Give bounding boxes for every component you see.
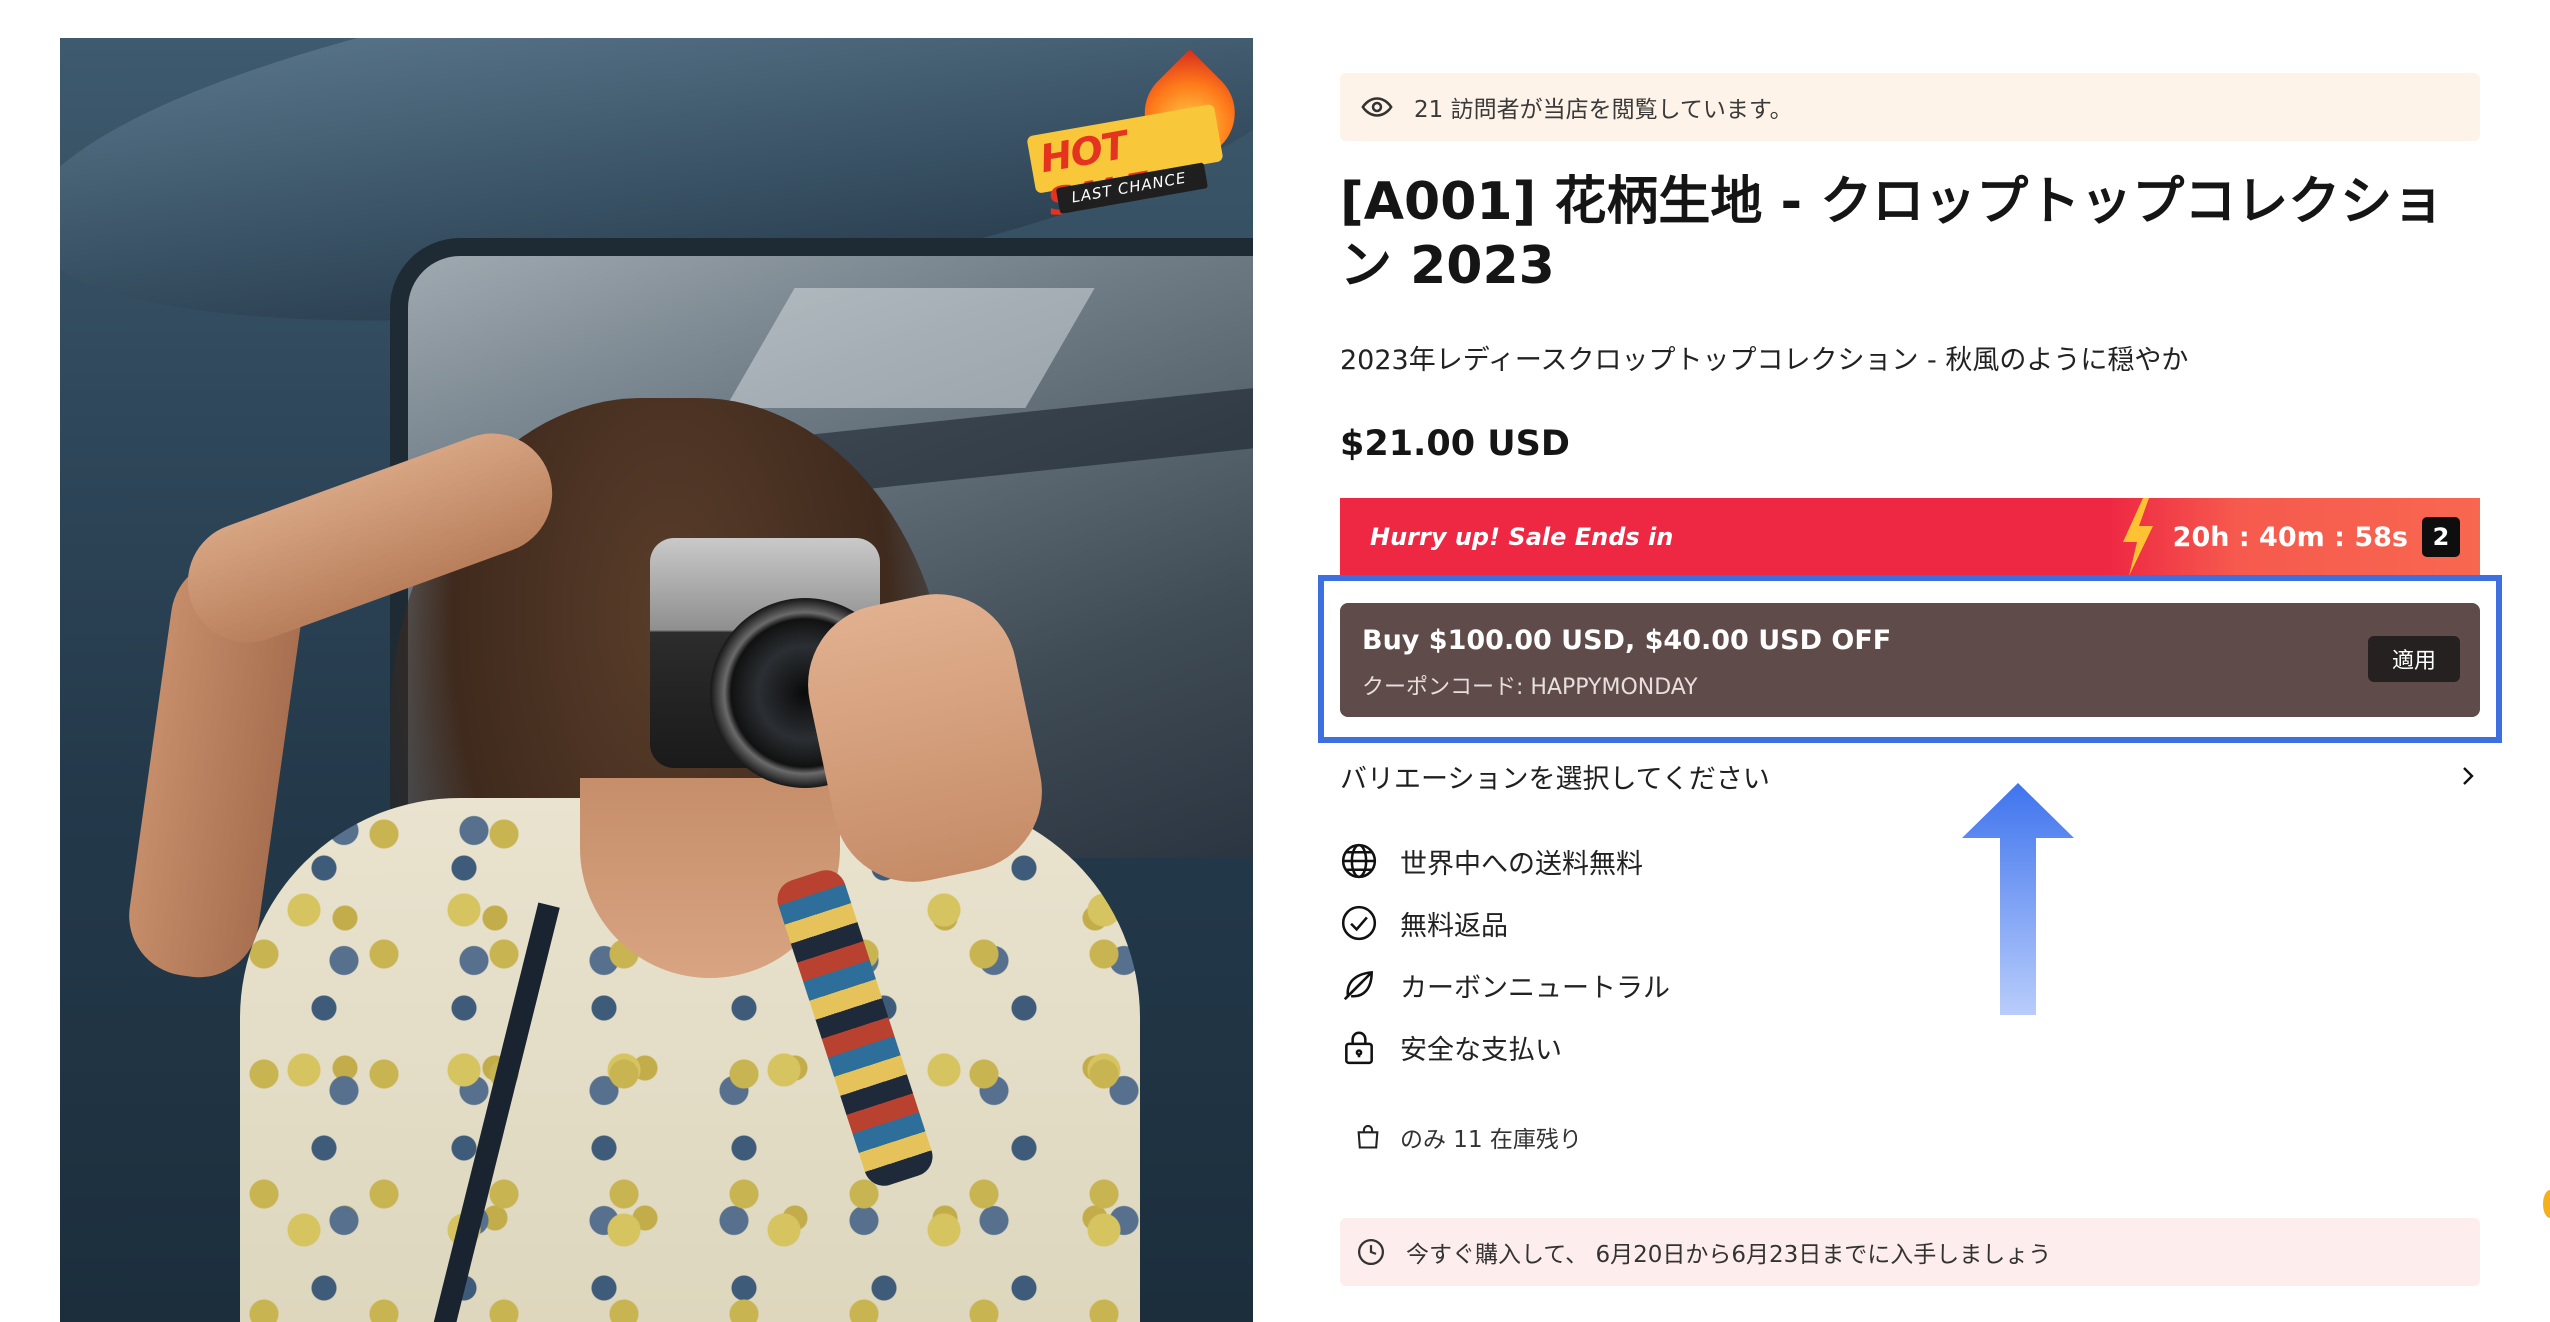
countdown-label: Hurry up! Sale Ends in	[1370, 523, 1674, 551]
product-subtitle: 2023年レディースクロップトップコレクション - 秋風のように穏やか	[1340, 345, 2189, 376]
product-image[interactable]: HOT SALE LAST CHANCE	[60, 38, 1253, 1322]
check-circle-icon	[1341, 905, 1377, 941]
stock-notice: のみ 11 在庫残り	[1354, 1120, 1582, 1154]
countdown-days-badge: 2	[2422, 517, 2460, 557]
lock-icon	[1345, 1031, 1373, 1065]
feature-item: 世界中への送料無料	[1340, 830, 2040, 892]
visitor-count-banner: 21 訪問者が当店を閲覧しています。	[1340, 73, 2480, 141]
lightning-icon	[2122, 498, 2153, 576]
shopping-bag-icon	[1357, 1124, 1379, 1149]
variation-selector[interactable]: バリエーションを選択してください	[1340, 756, 2480, 796]
delivery-estimate-banner: 今すぐ購入して、 6月20日から6月23日までに入手しましょう	[1340, 1218, 2480, 1286]
product-title: [A001] 花柄生地 - クロップトップコレクション 2023	[1340, 172, 2445, 296]
coupon-highlight-box	[1318, 575, 2502, 743]
feature-list: 世界中への送料無料 無料返品 カーボンニュートラル 安全な支払い	[1340, 830, 2040, 1078]
delivery-text: 今すぐ購入して、 6月20日から6月23日までに入手しましょう	[1406, 1242, 2052, 1268]
product-price: $21.00 USD	[1340, 424, 1570, 464]
variation-label: バリエーションを選択してください	[1340, 763, 1770, 795]
edge-widget-dot[interactable]	[2543, 1190, 2550, 1218]
feature-label: 世界中への送料無料	[1400, 848, 1643, 880]
feature-label: 無料返品	[1400, 910, 1508, 942]
feature-label: 安全な支払い	[1400, 1034, 1562, 1066]
visitor-count-text: 21 訪問者が当店を閲覧しています。	[1414, 97, 1793, 123]
product-info-column: 21 訪問者が当店を閲覧しています。 [A001] 花柄生地 - クロップトップ…	[1318, 0, 2502, 1322]
feature-item: カーボンニュートラル	[1340, 954, 2040, 1016]
chevron-right-icon	[2463, 767, 2474, 785]
feature-item: 無料返品	[1340, 892, 2040, 954]
feature-item: 安全な支払い	[1340, 1016, 2040, 1078]
sale-countdown-bar: Hurry up! Sale Ends in 20h : 40m : 58s 2	[1340, 498, 2480, 576]
stock-text: のみ 11 在庫残り	[1400, 1127, 1582, 1153]
leaf-icon	[1343, 970, 1373, 1001]
clock-icon	[1358, 1239, 1384, 1265]
feature-label: カーボンニュートラル	[1400, 972, 1670, 1004]
eye-icon	[1361, 97, 1393, 117]
globe-icon	[1341, 843, 1377, 879]
countdown-time: 20h : 40m : 58s	[2172, 521, 2408, 553]
arrow-up-icon	[1962, 783, 2074, 1015]
